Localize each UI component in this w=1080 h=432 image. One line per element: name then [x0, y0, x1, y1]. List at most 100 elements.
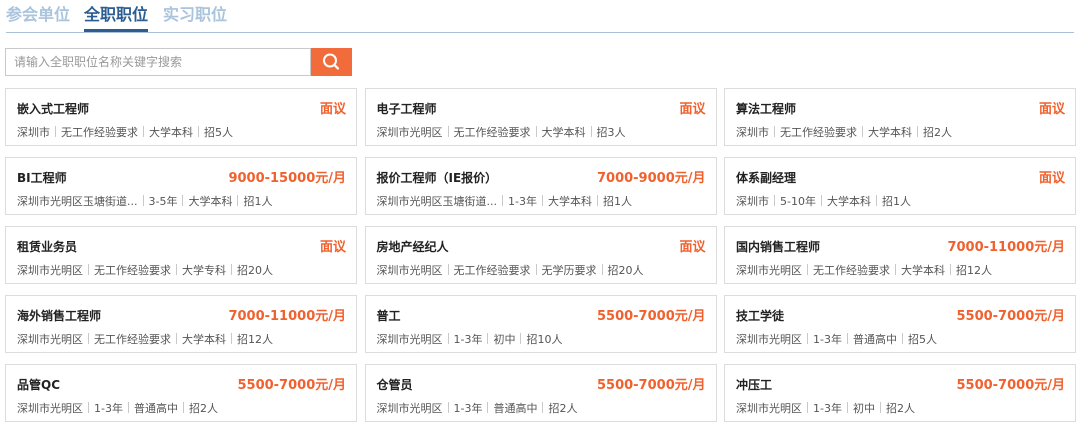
job-education: 大学本科 [149, 126, 193, 139]
job-headcount: 招20人 [237, 264, 273, 277]
job-meta: 深圳市 无工作经验要求 大学本科 招2人 [736, 124, 952, 140]
meta-divider [182, 402, 184, 413]
meta-divider [774, 126, 775, 137]
job-salary: 面议 [679, 240, 706, 255]
job-card[interactable]: 普工 5500-7000元/月 深圳市光明区 1-3年 初中 招10人 [364, 295, 717, 353]
tab-bar: 参会单位 全职职位 实习职位 [6, 0, 1074, 33]
job-card[interactable]: 国内销售工程师 7000-11000元/月 深圳市光明区 无工作经验要求 大学本科 招12… [724, 226, 1076, 284]
meta-divider [88, 333, 89, 344]
job-meta: 深圳市光明区 1-3年 普通高中 招2人 [376, 400, 578, 416]
job-title[interactable]: 电子工程师 [377, 100, 437, 117]
search-bar [5, 48, 352, 76]
job-salary: 5500-7000元/月 [596, 309, 706, 324]
job-card[interactable]: 房地产经纪人 面议深圳市光明区 无工作经验要求 无学历要求 招20人 [364, 226, 717, 284]
job-experience: 无工作经验要求 [94, 264, 171, 277]
meta-divider [950, 264, 951, 275]
meta-divider [879, 402, 881, 413]
meta-divider [774, 195, 775, 206]
meta-divider [176, 264, 177, 275]
job-location: 深圳市光明区 [376, 402, 443, 415]
job-card[interactable]: 算法工程师 面议 深圳市 无工作经验要求 大学本科 招2人 [724, 88, 1076, 146]
job-salary: 面议 [319, 102, 346, 117]
job-headcount: 招2人 [885, 402, 915, 415]
job-card[interactable]: 电子工程师 面议 深圳市光明区 无工作经验要求 大学本科 招3人 [364, 88, 717, 146]
job-card[interactable]: 海外销售工程师 7000-11000元/月 深圳市光明区 无工作经验要求 大学本科 招12… [5, 295, 357, 353]
meta-divider [917, 126, 918, 137]
tab-internships[interactable]: 实习职位 [163, 4, 227, 26]
job-title[interactable]: 体系副经理 [736, 169, 796, 186]
job-title[interactable]: 房地产经纪人 [377, 238, 449, 255]
tab-exhibitors[interactable]: 参会单位 [6, 4, 70, 26]
tab-fulltime-jobs[interactable]: 全职职位 [84, 4, 149, 32]
job-title[interactable]: 仓管员 [377, 376, 413, 393]
meta-divider [198, 126, 199, 137]
job-location: 深圳市光明区 [376, 264, 443, 277]
job-experience: 1-3年 [813, 402, 842, 415]
job-card[interactable]: 品管QC 5500-7000元/月 深圳市光明区 1-3年 普通高中 招2人 [5, 364, 357, 422]
job-title[interactable]: 品管QC [17, 376, 60, 393]
job-location: 深圳市光明区 [17, 402, 83, 415]
meta-divider [447, 402, 449, 413]
job-experience: 3-5年 [148, 195, 178, 208]
job-title[interactable]: 报价工程师（IE报价） [377, 169, 498, 186]
job-card[interactable]: 技工学徒 5500-7000元/月 深圳市光明区 1-3年 普通高中 招5人 [724, 295, 1076, 353]
job-location: 深圳市 [736, 126, 769, 139]
job-title[interactable]: 冲压工 [736, 376, 772, 393]
job-headcount: 招2人 [548, 402, 578, 415]
job-location: 深圳市 [736, 195, 769, 208]
job-location: 深圳市光明区 [17, 264, 83, 277]
meta-divider [176, 333, 177, 344]
search-button[interactable] [311, 48, 352, 76]
meta-divider [535, 126, 537, 137]
meta-divider [807, 333, 808, 344]
job-title[interactable]: BI工程师 [17, 169, 67, 186]
meta-divider [237, 195, 239, 206]
job-meta: 深圳市光明区 无工作经验要求 大学本科 招3人 [377, 124, 626, 140]
meta-divider [807, 402, 808, 413]
job-meta: 深圳市光明区 1-3年 初中 招10人 [376, 331, 562, 347]
meta-divider [820, 195, 822, 206]
job-education: 普通高中 [493, 402, 538, 415]
job-card[interactable]: 仓管员 5500-7000元/月 深圳市光明区 1-3年 普通高中 招2人 [364, 364, 717, 422]
meta-divider [846, 333, 848, 344]
job-experience: 无工作经验要求 [813, 264, 890, 277]
job-education: 初中 [852, 402, 875, 415]
job-education: 普通高中 [133, 402, 178, 415]
job-title[interactable]: 租赁业务员 [17, 238, 77, 255]
meta-divider [487, 402, 489, 413]
job-headcount: 招2人 [923, 126, 952, 139]
job-meta: 深圳市光明区 1-3年 初中 招2人 [736, 400, 915, 416]
job-location: 深圳市 [17, 126, 50, 139]
job-title[interactable]: 嵌入式工程师 [17, 100, 89, 117]
job-headcount: 招20人 [607, 264, 644, 277]
job-title[interactable]: 海外销售工程师 [17, 307, 101, 324]
job-card[interactable]: 冲压工 5500-7000元/月 深圳市光明区 1-3年 初中 招2人 [724, 364, 1076, 422]
job-title[interactable]: 国内销售工程师 [736, 238, 820, 255]
job-title[interactable]: 技工学徒 [736, 307, 784, 324]
job-location: 深圳市光明区 [376, 126, 443, 139]
job-headcount: 招1人 [881, 195, 911, 208]
job-location: 深圳市光明区 [376, 333, 443, 346]
job-card[interactable]: 报价工程师（IE报价） 7000-9000元/月 深圳市光明区玉塘街道... 1-3年… [364, 157, 717, 215]
meta-divider [875, 195, 877, 206]
job-headcount: 招3人 [596, 126, 626, 139]
meta-divider [447, 333, 449, 344]
job-salary: 面议 [1038, 171, 1065, 186]
job-experience: 1-3年 [453, 333, 483, 346]
job-headcount: 招2人 [188, 402, 218, 415]
job-location: 深圳市光明区 [736, 402, 802, 415]
job-title[interactable]: 算法工程师 [736, 100, 796, 117]
search-input[interactable] [5, 48, 311, 76]
job-meta: 深圳市光明区 无工作经验要求 无学历要求 招20人 [377, 262, 644, 278]
job-headcount: 招12人 [956, 264, 992, 277]
meta-divider [601, 264, 603, 275]
job-card[interactable]: 体系副经理 面议 深圳市 5-10年 大学本科 招1人 [724, 157, 1076, 215]
job-meta: 深圳市光明区 无工作经验要求 大学本科 招12人 [736, 262, 992, 278]
job-card[interactable]: 嵌入式工程师 面议 深圳市 无工作经验要求 大学本科 招5人 [5, 88, 357, 146]
job-card[interactable]: BI工程师 9000-15000元/月 深圳市光明区玉塘街道... 3-5年 大学本科招… [5, 157, 357, 215]
job-education: 普通高中 [852, 333, 897, 346]
job-title[interactable]: 普工 [377, 307, 401, 324]
meta-divider [590, 126, 592, 137]
job-card[interactable]: 租赁业务员 面议 深圳市光明区 无工作经验要求 大学专科 招20人 [5, 226, 357, 284]
job-experience: 无工作经验要求 [453, 264, 531, 277]
